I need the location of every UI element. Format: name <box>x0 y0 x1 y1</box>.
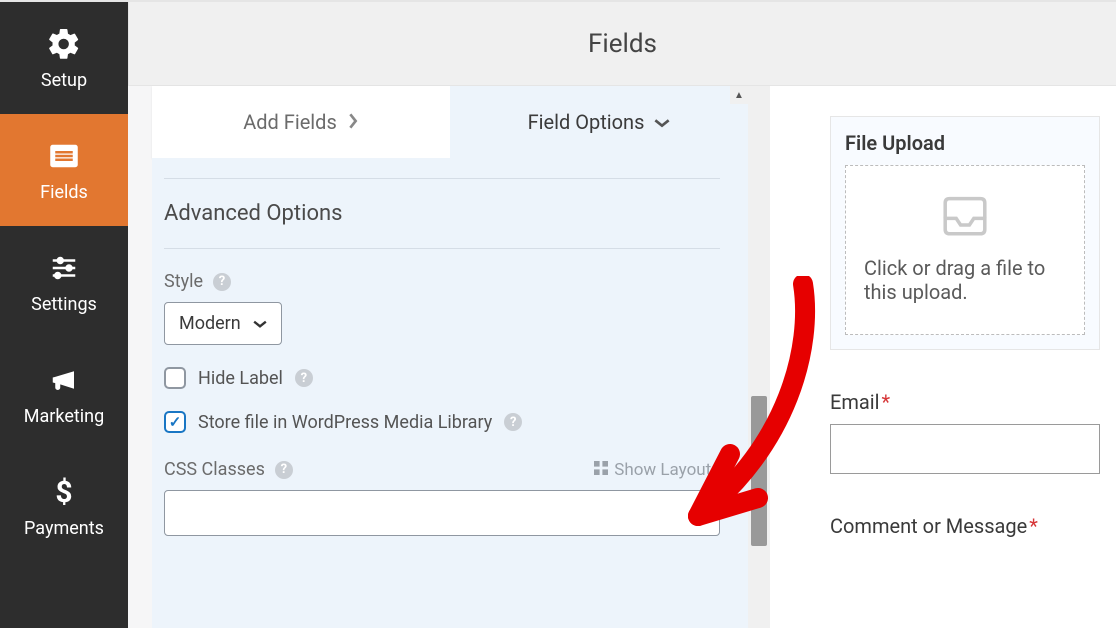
help-icon[interactable]: ? <box>295 369 313 387</box>
options-column: Add Fields Field Options ▲ Advance <box>128 86 748 628</box>
sidebar-item-label: Setup <box>41 70 87 91</box>
topbar: Fields <box>128 2 1116 86</box>
file-dropzone[interactable]: Click or drag a file to this upload. <box>845 165 1085 335</box>
sliders-icon <box>46 250 82 286</box>
css-classes-label-row: CSS Classes ? <box>164 459 293 480</box>
store-file-row: ✓ Store file in WordPress Media Library … <box>164 411 720 433</box>
hide-label-checkbox[interactable] <box>164 367 186 389</box>
css-classes-label: CSS Classes <box>164 459 265 480</box>
sidebar-item-label: Settings <box>31 294 97 315</box>
email-label: Email* <box>830 390 1100 414</box>
svg-text:$: $ <box>55 475 72 510</box>
file-upload-block[interactable]: File Upload Click or drag a file to this… <box>830 116 1100 350</box>
style-select[interactable]: Modern <box>164 302 282 345</box>
advanced-options-panel: Advanced Options Style ? Modern Hide Lab… <box>152 158 748 628</box>
style-label-row: Style ? <box>164 271 720 292</box>
required-star: * <box>882 390 891 414</box>
email-field-group: Email* <box>830 390 1100 474</box>
section-title: Advanced Options <box>164 178 720 249</box>
help-icon[interactable]: ? <box>504 413 522 431</box>
form-preview: File Upload Click or drag a file to this… <box>770 86 1116 628</box>
main-area: Fields Add Fields Field Options <box>128 2 1116 628</box>
sidebar-item-label: Fields <box>40 182 88 203</box>
tab-field-options[interactable]: Field Options <box>450 86 748 158</box>
bullhorn-icon <box>46 362 82 398</box>
sidebar-item-payments[interactable]: $ Payments <box>0 450 128 562</box>
chevron-down-icon <box>253 313 267 334</box>
tab-add-fields[interactable]: Add Fields <box>152 86 450 158</box>
dropzone-text: Click or drag a file to this upload. <box>864 256 1066 304</box>
chevron-down-icon <box>654 110 670 134</box>
gear-icon <box>46 26 82 62</box>
sidebar-item-marketing[interactable]: Marketing <box>0 338 128 450</box>
inbox-icon <box>938 192 992 240</box>
file-upload-title: File Upload <box>845 131 1085 155</box>
tab-label: Field Options <box>528 110 645 134</box>
comment-label: Comment or Message* <box>830 514 1100 538</box>
help-icon[interactable]: ? <box>275 461 293 479</box>
chevron-right-icon <box>347 110 359 134</box>
sidebar: Setup Fields Settings Marketing $ Paymen… <box>0 2 128 628</box>
grid-icon <box>594 460 608 480</box>
store-file-text: Store file in WordPress Media Library <box>198 412 492 433</box>
hide-label-text: Hide Label <box>198 368 283 389</box>
hide-label-row: Hide Label ? <box>164 367 720 389</box>
help-icon[interactable]: ? <box>213 273 231 291</box>
page-title: Fields <box>588 29 657 59</box>
sidebar-item-settings[interactable]: Settings <box>0 226 128 338</box>
show-layouts-label: Show Layouts <box>614 460 720 480</box>
scroll-up-icon[interactable]: ▲ <box>730 86 748 104</box>
scrollbar-thumb[interactable] <box>751 396 767 546</box>
store-file-checkbox[interactable]: ✓ <box>164 411 186 433</box>
style-label: Style <box>164 271 203 292</box>
css-classes-input[interactable] <box>164 490 720 536</box>
required-star: * <box>1029 514 1038 538</box>
style-value: Modern <box>179 313 241 334</box>
show-layouts-button[interactable]: Show Layouts <box>594 460 720 480</box>
sidebar-item-setup[interactable]: Setup <box>0 2 128 114</box>
sidebar-item-fields[interactable]: Fields <box>0 114 128 226</box>
tab-label: Add Fields <box>243 110 337 134</box>
sidebar-item-label: Payments <box>24 518 104 539</box>
tab-strip: Add Fields Field Options ▲ <box>152 86 748 158</box>
scrollbar[interactable] <box>748 86 770 628</box>
email-input[interactable] <box>830 424 1100 474</box>
comment-field-group: Comment or Message* <box>830 514 1100 538</box>
dollar-icon: $ <box>46 474 82 510</box>
sidebar-item-label: Marketing <box>24 406 104 427</box>
list-icon <box>46 138 82 174</box>
